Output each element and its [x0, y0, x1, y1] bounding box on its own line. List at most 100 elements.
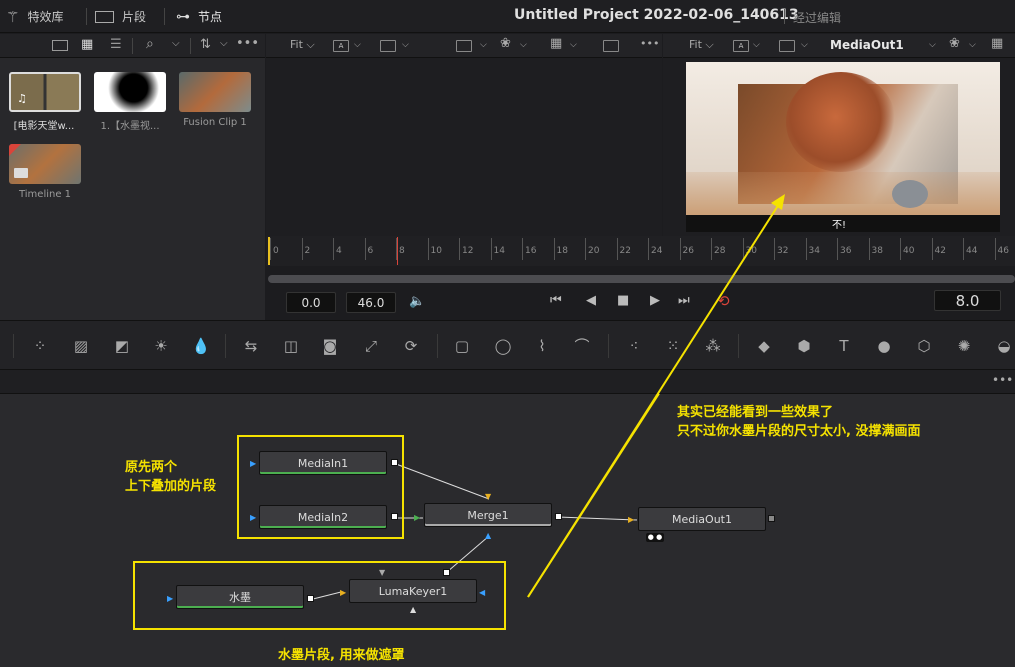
fit-label: Fit [290, 38, 303, 51]
brightness-tool-icon[interactable]: ☀ [150, 335, 172, 357]
chevron-down-icon[interactable]: ⌵ [402, 40, 409, 50]
fit-dropdown[interactable]: Fit ⌵ [689, 38, 714, 52]
node-lumakeyer1[interactable]: LumaKeyer1 [349, 579, 477, 603]
chevron-down-icon[interactable]: ⌵ [520, 40, 527, 50]
start-time-field[interactable]: 0.0 [286, 292, 336, 313]
polygon-mask-icon[interactable]: ⌇ [531, 335, 553, 357]
clip-thumbnail[interactable] [94, 72, 166, 112]
color-circles-icon[interactable]: ❀ [949, 36, 960, 51]
clip-thumbnail[interactable]: ♫ [9, 72, 81, 112]
ruler-tick-line [868, 238, 870, 260]
node-mediaout1[interactable]: MediaOut1 [638, 507, 766, 531]
lut-icon[interactable] [456, 40, 472, 52]
chevron-down-icon[interactable]: ⌵ [969, 40, 976, 50]
color-drop-tool-icon[interactable]: 💧 [190, 335, 212, 357]
clip-thumbnail[interactable] [9, 144, 81, 184]
camera-3d-icon[interactable]: ⬡ [913, 335, 935, 357]
rectangle-mask-icon[interactable]: ▢ [451, 335, 473, 357]
thumbnail-view-icon[interactable] [52, 40, 68, 51]
play-icon[interactable]: ▶ [650, 293, 660, 308]
timeline-scrollbar[interactable] [268, 275, 1015, 283]
node-ink[interactable]: 水墨 [176, 585, 304, 609]
mask-tool-icon[interactable]: ◙ [319, 335, 341, 357]
sort-icon[interactable]: ⇅ [200, 37, 211, 52]
more-options-icon[interactable]: ••• [236, 36, 259, 51]
search-icon[interactable]: ⌕ [146, 36, 154, 52]
text-3d-icon[interactable]: T [833, 335, 855, 357]
chevron-down-icon[interactable]: ⌵ [929, 40, 936, 50]
chevron-down-icon[interactable]: ⌵ [354, 40, 361, 50]
step-back-icon[interactable]: ◀ [586, 293, 596, 308]
output-port[interactable] [391, 459, 398, 466]
in-point-marker[interactable] [268, 237, 270, 265]
light-3d-icon[interactable]: ✺ [953, 335, 975, 357]
nodes-button[interactable]: ⊶ 节点 [176, 0, 222, 33]
chevron-down-icon[interactable]: ⌵ [480, 40, 487, 50]
particle-style-icon[interactable]: ⁂ [702, 335, 724, 357]
end-time-field[interactable]: 46.0 [346, 292, 396, 313]
shape-3d-icon[interactable]: ⬢ [793, 335, 815, 357]
particle-render-icon[interactable]: ⁙ [662, 335, 684, 357]
transport-bar: 0.0 46.0 🔈 ⏮ ◀ ■ ▶ ⏭ ⟲ 8.0 [266, 283, 1015, 320]
clip-thumbnail[interactable] [179, 72, 251, 112]
frame-icon[interactable] [603, 40, 619, 52]
ruler-tick-line [742, 238, 744, 260]
skip-to-start-icon[interactable]: ⏮ [550, 293, 562, 308]
stop-icon[interactable]: ■ [617, 293, 629, 308]
grid-icon[interactable]: ▦ [991, 36, 1003, 51]
channel-a-icon[interactable]: A [333, 40, 349, 52]
timeline-ruler[interactable]: 0 2 4 6 8 10 12 14 16 18 20 22 24 26 28 30 32 34 36 38 40 42 4… [266, 236, 1015, 266]
view-icon[interactable] [380, 40, 396, 52]
list-view-icon[interactable]: ☰ [110, 37, 122, 52]
channel-a-icon[interactable]: A [733, 40, 749, 52]
fit-dropdown[interactable]: Fit ⌵ [290, 38, 315, 52]
viewer-indicator-icon[interactable]: ● ● [646, 533, 664, 542]
more-options-icon[interactable]: ••• [640, 37, 659, 50]
output-port[interactable] [391, 513, 398, 520]
view-icon[interactable] [779, 40, 795, 52]
merge-tool-icon[interactable]: ◫ [280, 335, 302, 357]
playhead[interactable] [397, 237, 398, 265]
resize-tool-icon[interactable]: ⤢ [360, 335, 382, 357]
output-port[interactable] [307, 595, 314, 602]
output-port[interactable] [768, 515, 775, 522]
loop-tool-icon[interactable]: ⟳ [400, 335, 422, 357]
ellipse-mask-icon[interactable]: ◯ [492, 335, 514, 357]
particle-emitter-icon[interactable]: ⁖ [623, 335, 645, 357]
effects-library-button[interactable]: ⚚ 特效库 [6, 0, 63, 33]
ruler-tick-line [774, 238, 775, 260]
current-time-field[interactable]: 8.0 [934, 290, 1001, 311]
merge-3d-icon[interactable]: ● [873, 335, 895, 357]
color-circles-icon[interactable]: ❀ [500, 36, 511, 51]
gradient-tool-icon[interactable]: ◩ [111, 335, 133, 357]
grid-view-icon[interactable]: ▦ [81, 37, 93, 52]
transform-tool-icon[interactable]: ⇆ [240, 335, 262, 357]
chevron-down-icon[interactable]: ⌵ [753, 40, 760, 50]
particles-tool-icon[interactable]: ⁘ [29, 335, 51, 357]
more-options-icon[interactable]: ••• [992, 373, 1013, 387]
chevron-down-icon[interactable]: ⌵ [220, 38, 228, 49]
skip-to-end-icon[interactable]: ⏭ [678, 293, 690, 308]
effects-library-label: 特效库 [27, 10, 64, 24]
image-plane-3d-icon[interactable]: ◆ [753, 335, 775, 357]
grid-icon[interactable]: ▦ [550, 36, 562, 51]
viewer-left[interactable] [266, 58, 662, 236]
node-editor[interactable]: ▶ MediaIn1 ▶ MediaIn2 ▶ ▼ Merge1 ▲ ▶ Med… [0, 394, 1015, 667]
node-merge1[interactable]: Merge1 [424, 503, 552, 527]
output-port[interactable] [555, 513, 562, 520]
chevron-down-icon[interactable]: ⌵ [570, 40, 577, 50]
renderer-3d-icon[interactable]: ◒ [993, 335, 1015, 357]
node-mediain2[interactable]: MediaIn2 [259, 505, 387, 529]
node-mediain1[interactable]: MediaIn1 [259, 451, 387, 475]
speaker-icon[interactable]: 🔈 [409, 294, 425, 309]
bspline-mask-icon[interactable]: ⌒ [571, 335, 593, 357]
clips-button[interactable]: 片段 [95, 0, 146, 33]
loop-icon[interactable]: ⟲ [717, 292, 730, 310]
ruler-tick-line [931, 238, 933, 260]
output-port[interactable] [443, 569, 450, 576]
background-tool-icon[interactable]: ▨ [70, 335, 92, 357]
chevron-down-icon[interactable]: ⌵ [801, 40, 808, 50]
magic-wand-icon: ⚚ [6, 7, 20, 26]
chevron-down-icon[interactable]: ⌵ [172, 38, 180, 49]
connection-line [557, 516, 638, 521]
